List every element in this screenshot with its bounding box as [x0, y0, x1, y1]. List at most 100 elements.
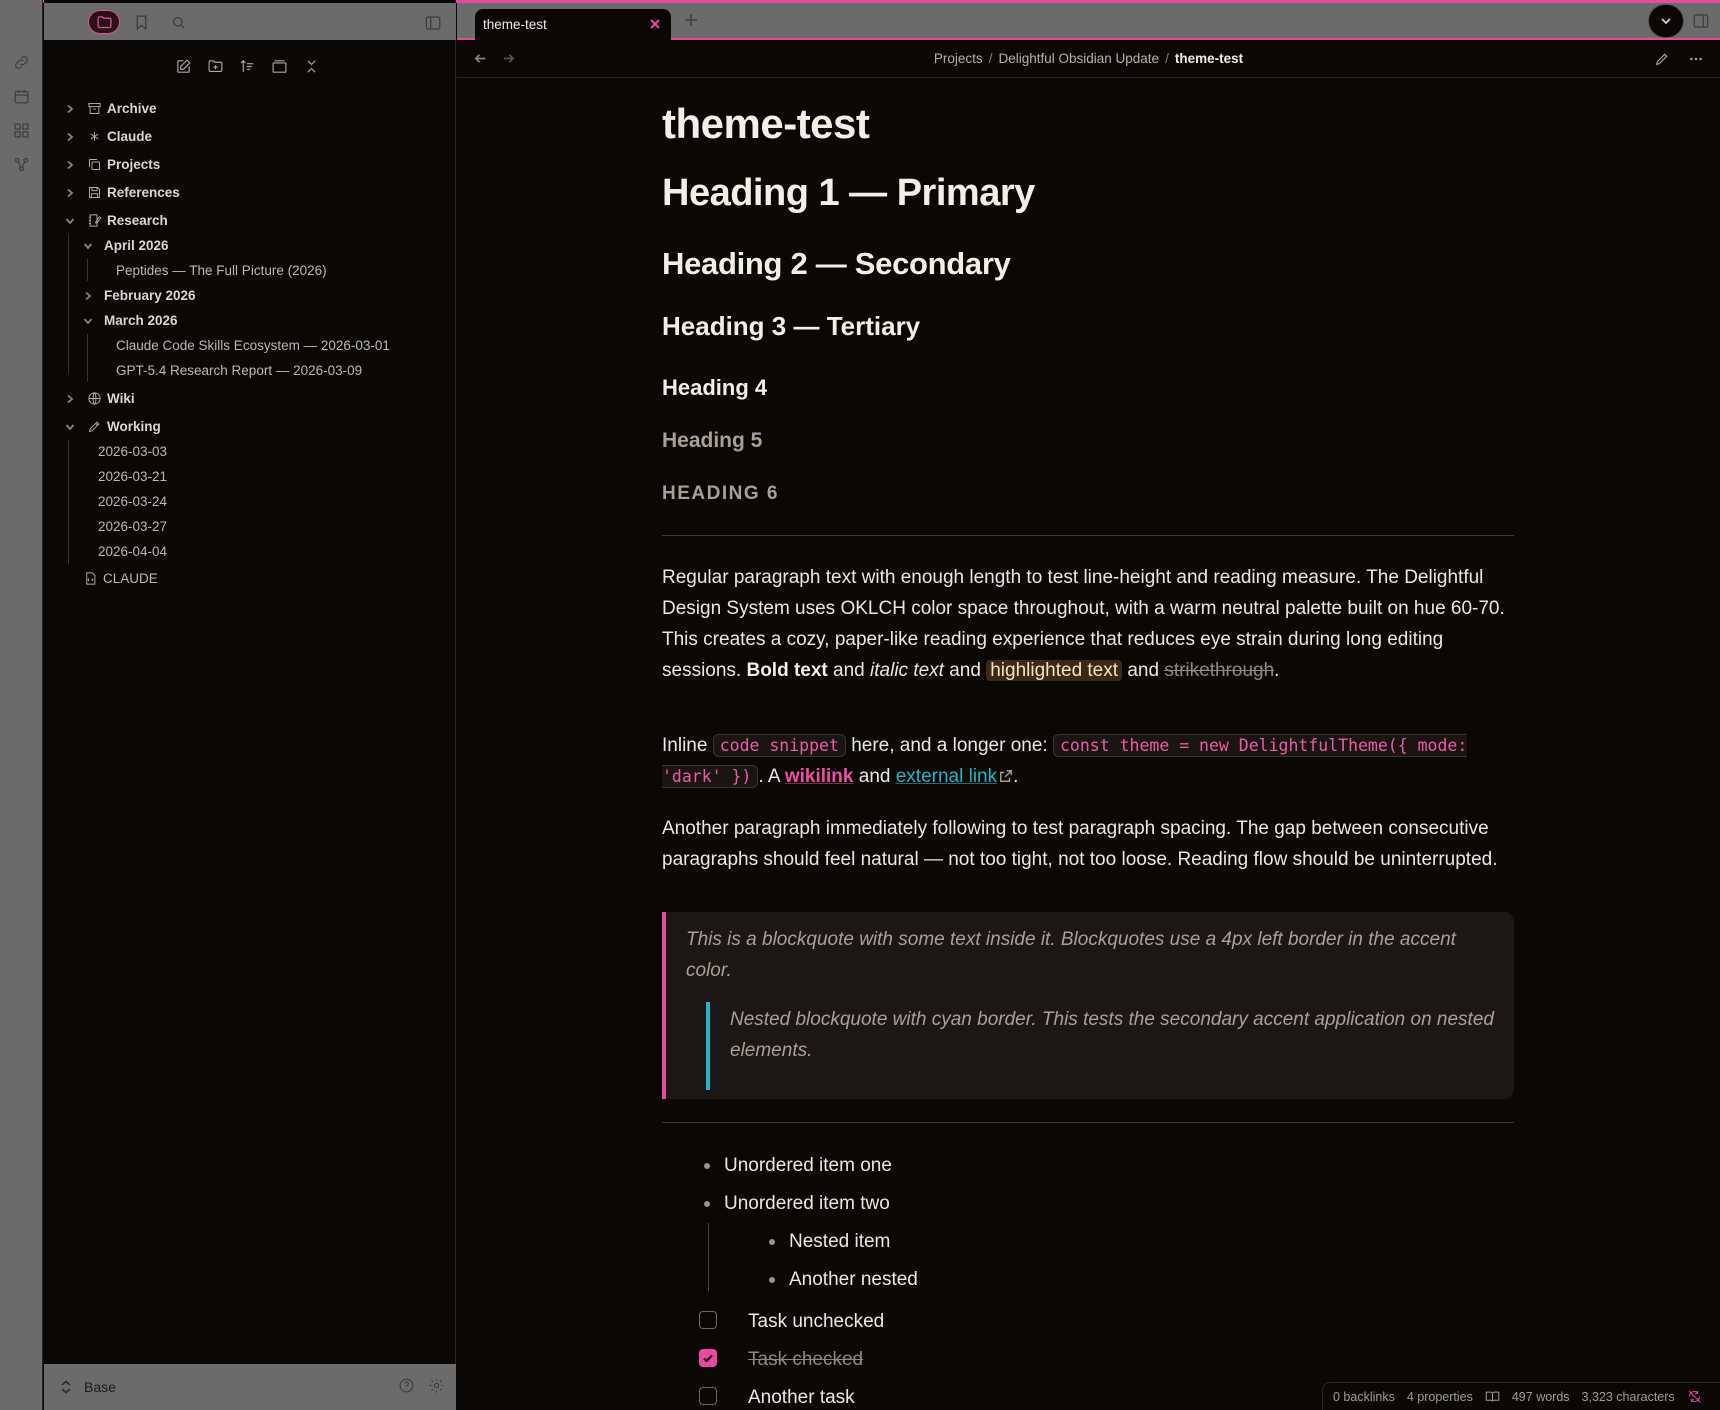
- reading-view-icon[interactable]: [1485, 1389, 1500, 1404]
- task-label: Another task: [748, 1387, 855, 1408]
- chevron-right-icon: [64, 393, 76, 405]
- bullet-dot: [704, 1201, 710, 1207]
- bookmarks-tab[interactable]: [125, 10, 157, 34]
- sync-disabled-icon[interactable]: [1687, 1389, 1702, 1404]
- bullet-dot: [704, 1163, 710, 1169]
- tree-file-gpt54[interactable]: GPT-5.4 Research Report — 2026-03-09: [116, 358, 362, 383]
- external-link[interactable]: external link: [896, 766, 1013, 787]
- help-icon[interactable]: [398, 1377, 416, 1395]
- inline-title[interactable]: theme-test: [662, 103, 870, 145]
- breadcrumb-projects[interactable]: Projects: [934, 51, 983, 66]
- collapse-all-icon[interactable]: [302, 54, 320, 78]
- list-item: Unordered item two: [724, 1193, 890, 1214]
- new-folder-icon[interactable]: [206, 54, 224, 78]
- paragraph-text: Inline: [662, 735, 708, 756]
- tab-list-dropdown[interactable]: [1648, 4, 1684, 38]
- tree-file-label: 2026-03-27: [98, 519, 168, 534]
- tree-file-label: Claude Code Skills Ecosystem — 2026-03-0…: [116, 338, 390, 353]
- list-indent-guide: [708, 1223, 709, 1291]
- sidebar-footer: Base: [44, 1364, 456, 1410]
- task-checkbox[interactable]: [699, 1387, 717, 1405]
- task-checkbox[interactable]: [699, 1311, 717, 1329]
- ribbon: [0, 0, 43, 1410]
- wikilink[interactable]: wikilink: [785, 766, 854, 787]
- graph-icon[interactable]: [10, 153, 32, 175]
- paragraph-2: Inline code snippet here, and a longer o…: [662, 734, 1468, 788]
- tab-theme-test[interactable]: theme-test: [475, 9, 671, 40]
- breadcrumb-delightful-obsidian-update[interactable]: Delightful Obsidian Update: [998, 51, 1159, 66]
- sidebar-toggle-icon[interactable]: [424, 14, 444, 34]
- tree-file-label: 2026-03-24: [98, 494, 168, 509]
- close-icon[interactable]: [648, 17, 662, 31]
- chevron-right-icon: [64, 131, 76, 143]
- tree-folder-label: Research: [107, 213, 168, 228]
- nested-list-item: Nested item: [789, 1231, 891, 1252]
- tree-folder-february-2026[interactable]: February 2026: [82, 283, 196, 308]
- tree-folder-wiki[interactable]: Wiki: [64, 386, 135, 411]
- paragraph-1: Regular paragraph text with enough lengt…: [662, 567, 1505, 681]
- tree-folder-working[interactable]: Working: [64, 414, 161, 439]
- tree-folder-label: April 2026: [104, 238, 169, 253]
- horizontal-rule: [662, 1122, 1514, 1123]
- task-checkbox-checked[interactable]: [699, 1349, 717, 1367]
- bookmark-icon: [136, 14, 146, 30]
- grid-icon[interactable]: [10, 119, 32, 141]
- sort-icon[interactable]: [238, 54, 256, 78]
- tree-folder-april-2026[interactable]: April 2026: [82, 233, 169, 258]
- tree-folder-research[interactable]: Research: [64, 208, 168, 233]
- vault-switcher[interactable]: Base: [60, 1379, 116, 1395]
- tree-folder-label: References: [107, 185, 180, 200]
- calendar-icon[interactable]: [10, 85, 32, 107]
- tree-file-2026-03-03[interactable]: 2026-03-03: [98, 439, 167, 464]
- heading-1: Heading 1 — Primary: [662, 172, 1035, 214]
- files-tab[interactable]: [88, 10, 120, 34]
- tree-folder-march-2026[interactable]: March 2026: [82, 308, 178, 333]
- tree-folder-projects[interactable]: Projects: [64, 152, 160, 177]
- inline-code: code snippet: [712, 734, 846, 757]
- tree-file-2026-03-21[interactable]: 2026-03-21: [98, 464, 167, 489]
- edit-pencil-icon[interactable]: [1654, 51, 1672, 69]
- search-tab[interactable]: [162, 10, 194, 34]
- tree-file-label: 2026-03-21: [98, 469, 168, 484]
- more-options-icon[interactable]: [1688, 51, 1706, 69]
- sidebar-header: [44, 3, 456, 40]
- tree-file-peptides[interactable]: Peptides — The Full Picture (2026): [116, 258, 327, 283]
- backlinks-count[interactable]: 0 backlinks: [1333, 1390, 1395, 1404]
- link-icon[interactable]: [10, 51, 32, 73]
- tree-file-2026-03-24[interactable]: 2026-03-24: [98, 489, 167, 514]
- save-icon: [86, 185, 102, 201]
- tree-file-claude[interactable]: CLAUDE: [82, 566, 158, 591]
- paragraph-text: here, and a longer one:: [851, 735, 1048, 756]
- breadcrumb-current[interactable]: theme-test: [1175, 51, 1243, 66]
- blockquote: This is a blockquote with some text insi…: [662, 912, 1514, 1099]
- highlighted-text: highlighted text: [986, 660, 1123, 681]
- tree-folder-claude[interactable]: Claude: [64, 124, 152, 149]
- right-sidebar-toggle-icon[interactable]: [1692, 12, 1712, 32]
- new-note-icon[interactable]: [174, 54, 192, 78]
- tree-file-label: 2026-03-03: [98, 444, 168, 459]
- checkmark-icon: [703, 1354, 713, 1363]
- tree-file-2026-03-27[interactable]: 2026-03-27: [98, 514, 167, 539]
- tree-folder-label: Archive: [107, 101, 157, 116]
- settings-gear-icon[interactable]: [428, 1377, 446, 1395]
- tree-folder-archive[interactable]: Archive: [64, 96, 157, 121]
- chevron-right-icon: [82, 290, 94, 302]
- properties-count[interactable]: 4 properties: [1407, 1390, 1473, 1404]
- paragraph-3: Another paragraph immediately following …: [662, 818, 1498, 870]
- nested-blockquote: Nested blockquote with cyan border. This…: [706, 1002, 1496, 1090]
- tree-folder-references[interactable]: References: [64, 180, 180, 205]
- auto-reveal-icon[interactable]: [270, 54, 288, 78]
- external-link-label: external link: [895, 766, 998, 787]
- plus-icon[interactable]: [683, 12, 701, 30]
- strikethrough-text: strikethrough: [1164, 660, 1275, 681]
- pencil-icon: [86, 419, 102, 435]
- paragraph-text: and: [833, 660, 865, 681]
- asterisk-icon: [86, 129, 102, 145]
- vault-name: Base: [84, 1379, 116, 1395]
- tree-folder-label: March 2026: [104, 313, 178, 328]
- chevrons-up-down-icon: [61, 1380, 71, 1394]
- folder-icon: [96, 15, 112, 28]
- tree-file-claude-code-skills[interactable]: Claude Code Skills Ecosystem — 2026-03-0…: [116, 333, 390, 358]
- tree-file-2026-04-04[interactable]: 2026-04-04: [98, 539, 167, 564]
- tree-file-label: GPT-5.4 Research Report — 2026-03-09: [116, 363, 363, 378]
